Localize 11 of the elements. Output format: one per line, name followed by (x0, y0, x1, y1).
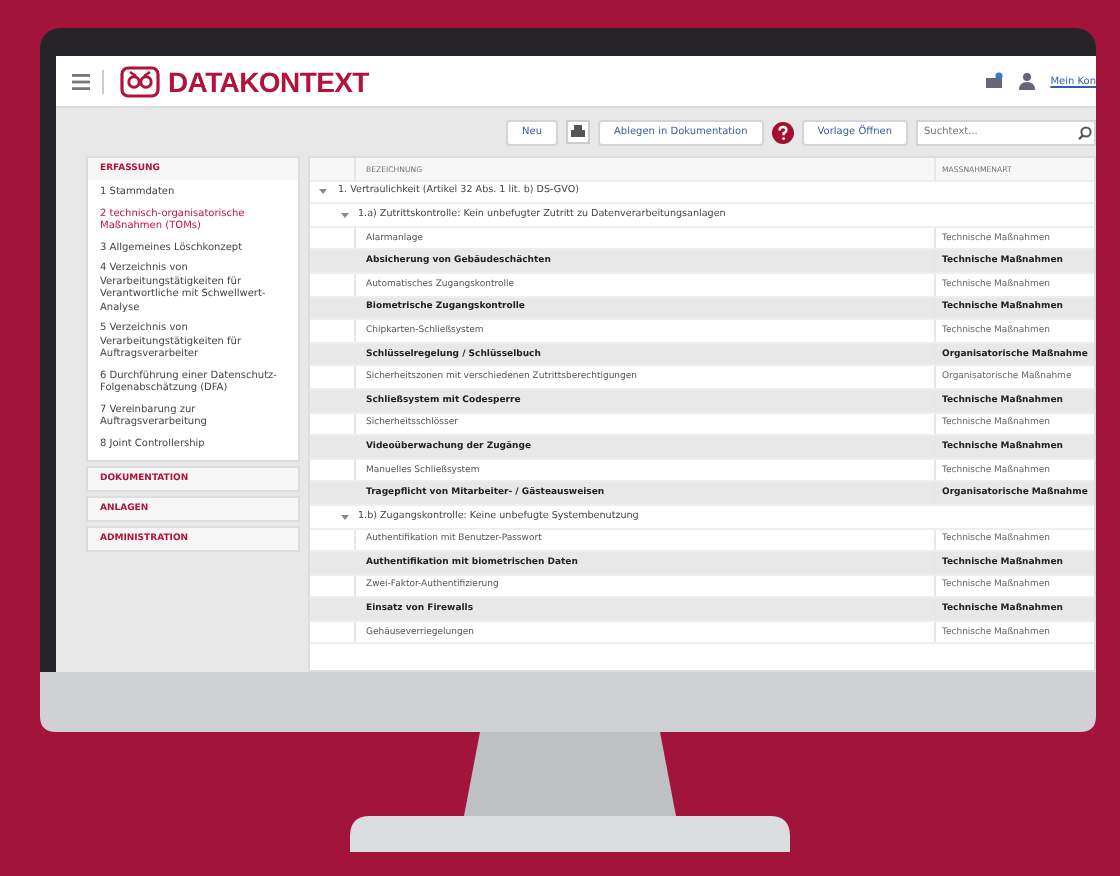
caret-icon[interactable] (339, 511, 349, 522)
print-icon[interactable] (566, 120, 590, 144)
search-icon[interactable] (1078, 125, 1092, 139)
caret-icon[interactable] (339, 209, 349, 220)
user-icon[interactable] (1018, 72, 1037, 90)
menu-icon[interactable] (72, 73, 90, 89)
logo-text: DATAKONTEXT (168, 65, 369, 97)
inbox-icon[interactable] (984, 72, 1005, 90)
caret-icon[interactable] (317, 186, 327, 197)
help-icon[interactable] (771, 121, 794, 143)
logo-icon (120, 65, 160, 97)
